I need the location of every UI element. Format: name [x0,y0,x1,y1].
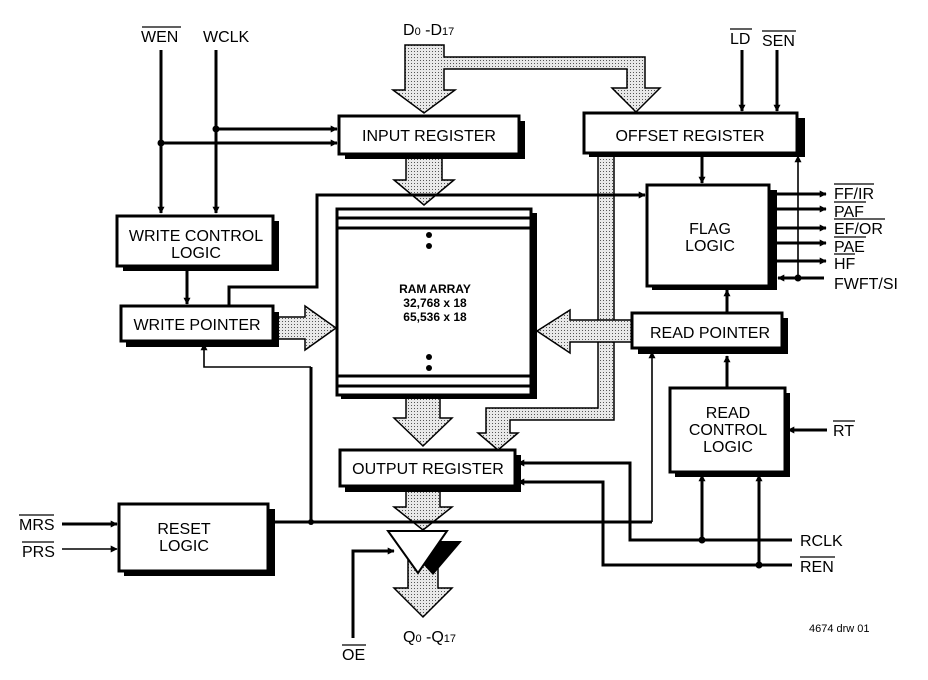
ram-array-title: RAM ARRAY [399,282,471,296]
write-pointer-to-ram-bus [271,304,338,352]
ram-array-block: RAM ARRAY 32,768 x 18 65,536 x 18 [335,207,537,399]
ef-or-label: EF/OR [834,221,883,238]
flag-logic-block: FLAG LOGIC [645,183,777,290]
reset-logic-label-2: LOGIC [159,538,209,555]
ram-array-size-2: 65,536 x 18 [403,310,467,324]
drawing-id-label: 4674 drw 01 [809,623,870,635]
output-data-bus [391,488,455,531]
read-control-label-2: CONTROL [689,422,767,439]
offset-register-label: OFFSET REGISTER [615,128,764,145]
write-control-label-1: WRITE CONTROL [129,228,263,245]
ren-label: REN [800,559,834,576]
reset-logic-label-1: RESET [157,521,211,538]
output-register-label: OUTPUT REGISTER [352,461,504,478]
read-control-logic-block: READ CONTROL LOGIC [668,386,790,477]
write-pointer-block: WRITE POINTER [119,304,279,347]
input-register-label: INPUT REGISTER [362,128,496,145]
mrs-label: MRS [19,517,55,534]
data-out-label: Q0 -Q17 [403,629,456,646]
write-control-logic-block: WRITE CONTROL LOGIC [115,214,279,271]
block-diagram: INPUT REGISTER OFFSET REGISTER WRITE CON… [19,22,898,664]
ellipsis-dot [426,365,432,371]
hf-label: HF [834,256,856,273]
flag-logic-label-2: LOGIC [685,238,735,255]
rt-label: RT [833,423,854,440]
sen-label: SEN [762,33,795,50]
write-control-label-2: LOGIC [171,245,221,262]
output-register-block: OUTPUT REGISTER [338,448,521,492]
read-control-label-3: LOGIC [703,439,753,456]
ellipsis-dot [426,232,432,238]
data-in-label: D0 -D17 [403,22,454,39]
input-to-ram-bus [391,155,457,206]
ellipsis-dot [426,243,432,249]
wen-label: WEN [141,29,178,46]
wclk-label: WCLK [203,29,250,46]
read-pointer-label: READ POINTER [650,325,770,342]
rclk-label: RCLK [800,533,843,550]
ram-to-output-bus [392,396,454,448]
offset-register-block: OFFSET REGISTER [582,111,805,157]
read-pointer-to-ram-bus [535,308,633,355]
data-input-bus [390,44,662,114]
input-register-block: INPUT REGISTER [337,114,525,159]
oe-label: OE [342,647,365,664]
ff-ir-label: FF/IR [834,186,874,203]
reset-logic-block: RESET LOGIC [117,502,275,576]
read-control-label-1: READ [706,405,750,422]
ld-label: LD [730,31,750,48]
read-pointer-block: READ POINTER [630,311,788,354]
flag-logic-label-1: FLAG [689,221,731,238]
ram-array-size-1: 32,768 x 18 [403,296,467,310]
ellipsis-dot [426,354,432,360]
fwft-si-label: FWFT/SI [834,276,898,293]
write-pointer-label: WRITE POINTER [133,317,260,334]
prs-label: PRS [22,544,55,561]
q-output-bus [392,559,454,619]
